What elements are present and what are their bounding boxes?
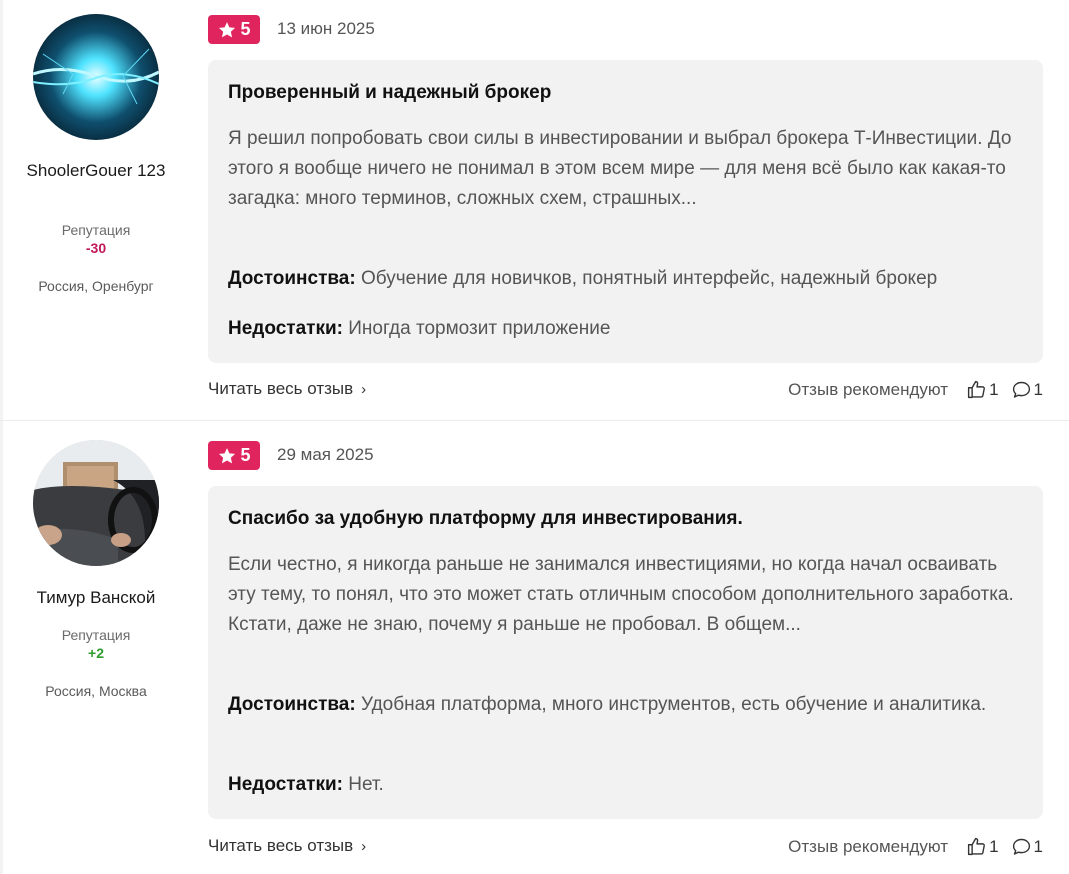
review-card: Спасибо за удобную платформу для инвести… <box>208 486 1043 819</box>
chevron-right-icon: › <box>361 837 367 855</box>
pros-text: Обучение для новичков, понятный интерфей… <box>360 268 938 289</box>
chevron-right-icon: › <box>361 380 367 398</box>
like-button[interactable]: 1 <box>966 379 999 400</box>
pros-label: Достоинства: <box>228 268 356 289</box>
reputation-value: -30 <box>85 240 107 256</box>
comment-count: 1 <box>1033 836 1043 856</box>
review-title[interactable]: Проверенный и надежный брокер <box>228 82 551 104</box>
rating-value: 5 <box>240 445 251 465</box>
read-full-review-link[interactable]: Читать весь отзыв › <box>208 379 366 399</box>
pros-label: Достоинства: <box>228 694 356 715</box>
like-count: 1 <box>989 836 999 856</box>
review-item: ShoolerGouer 123 Репутация -30 Россия, О… <box>0 0 1069 420</box>
recommend-label: Отзыв рекомендуют <box>788 379 949 399</box>
comment-count: 1 <box>1033 379 1043 399</box>
review-cons: Недостатки: Иногда тормозит приложение <box>228 314 1018 344</box>
read-more-label: Читать весь отзыв <box>208 836 354 855</box>
review-pros: Достоинства: Обучение для новичков, поня… <box>228 264 1018 294</box>
like-button[interactable]: 1 <box>966 836 999 857</box>
cons-text: Нет. <box>348 774 384 795</box>
rating-badge: 5 <box>208 441 260 470</box>
review-text: Если честно, я никогда раньше не занимал… <box>228 554 1014 635</box>
thumbs-up-icon <box>967 837 985 856</box>
comment-button[interactable]: 1 <box>1011 379 1043 400</box>
user-location: Россия, Оренбург <box>38 278 154 294</box>
username[interactable]: Тимур Ванской <box>3 587 189 608</box>
reputation-label: Репутация <box>61 222 131 238</box>
rating-value: 5 <box>240 19 251 39</box>
review-date: 29 мая 2025 <box>277 445 374 464</box>
comment-icon <box>1012 838 1030 855</box>
reputation-value: +2 <box>88 645 104 661</box>
comment-icon <box>1012 381 1030 398</box>
review-pros: Достоинства: Удобная платформа, много ин… <box>228 690 1018 720</box>
review-actions: Отзыв рекомендуют 1 1 <box>788 836 1043 857</box>
thumbs-up-icon <box>967 380 985 399</box>
read-full-review-link[interactable]: Читать весь отзыв › <box>208 836 366 856</box>
cons-label: Недостатки: <box>228 774 343 795</box>
star-icon <box>219 21 236 37</box>
like-count: 1 <box>989 379 999 399</box>
read-more-label: Читать весь отзыв <box>208 379 354 398</box>
rating-badge: 5 <box>208 15 260 44</box>
avatar[interactable] <box>33 440 159 566</box>
review-item: Тимур Ванской Репутация +2 Россия, Москв… <box>0 421 1069 874</box>
review-actions: Отзыв рекомендуют 1 1 <box>788 379 1043 400</box>
reputation-label: Репутация <box>61 627 131 643</box>
cons-label: Недостатки: <box>228 318 343 339</box>
cons-text: Иногда тормозит приложение <box>348 318 611 339</box>
avatar[interactable] <box>33 14 159 140</box>
star-icon <box>219 447 236 463</box>
review-title[interactable]: Спасибо за удобную платформу для инвести… <box>228 508 743 530</box>
recommend-label: Отзыв рекомендуют <box>788 836 949 856</box>
comment-button[interactable]: 1 <box>1011 836 1043 857</box>
review-card: Проверенный и надежный брокер Я решил по… <box>208 60 1043 363</box>
user-location: Россия, Москва <box>45 683 147 699</box>
pros-text: Удобная платформа, много инструментов, е… <box>360 694 987 715</box>
review-cons: Недостатки: Нет. <box>228 770 1018 800</box>
username[interactable]: ShoolerGouer 123 <box>3 160 189 181</box>
review-date: 13 июн 2025 <box>277 19 375 38</box>
review-text: Я решил попробовать свои силы в инвестир… <box>228 128 1012 209</box>
